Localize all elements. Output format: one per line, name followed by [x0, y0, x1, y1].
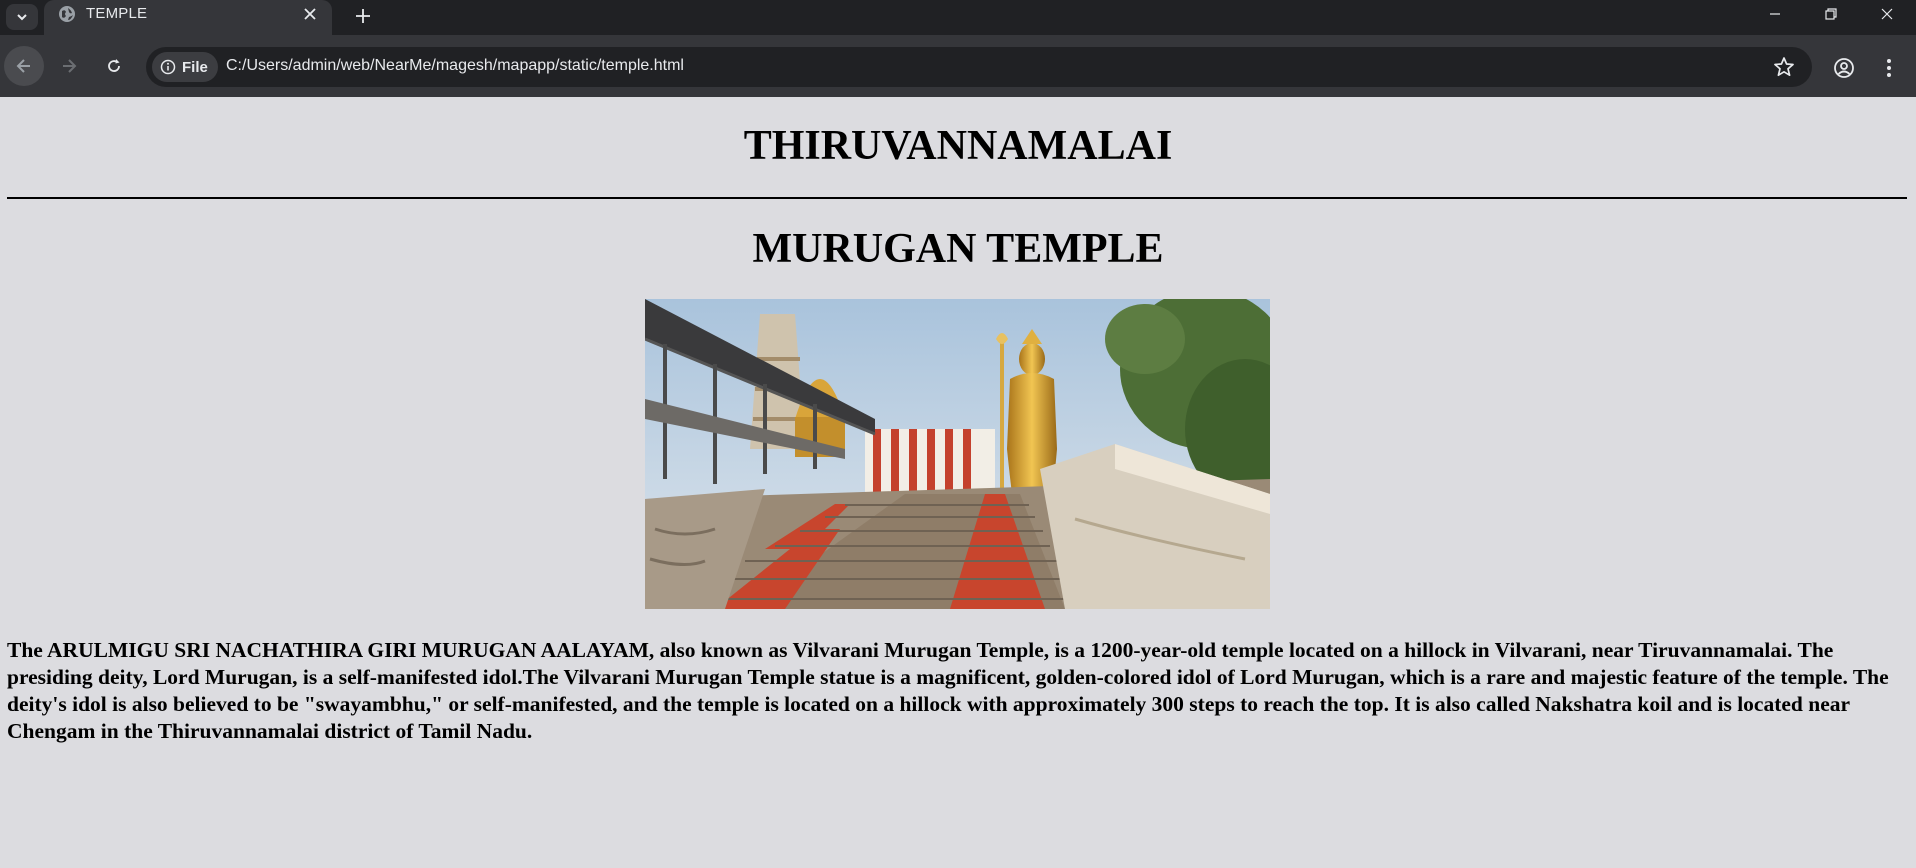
url-text[interactable]: C:/Users/admin/web/NearMe/magesh/mapapp/… [226, 57, 684, 75]
page-content: THIRUVANNAMALAI MURUGAN TEMPLE The ARULM… [0, 97, 1916, 868]
horizontal-rule [7, 197, 1907, 199]
address-bar[interactable]: File C:/Users/admin/web/NearMe/magesh/ma… [146, 47, 1812, 87]
minimize-button[interactable] [1752, 0, 1798, 28]
browser-toolbar: File C:/Users/admin/web/NearMe/magesh/ma… [0, 35, 1916, 97]
profile-button[interactable] [1831, 55, 1857, 81]
reload-button[interactable] [94, 46, 134, 86]
minimize-icon [1770, 13, 1780, 15]
close-icon[interactable] [300, 4, 320, 24]
forward-arrow-icon [63, 59, 77, 73]
chevron-down-icon [17, 14, 27, 21]
temple-description: The ARULMIGU SRI NACHATHIRA GIRI MURUGAN… [7, 638, 1889, 743]
profile-icon [1834, 58, 1854, 78]
back-arrow-icon [16, 59, 30, 73]
window-close-button[interactable] [1864, 0, 1910, 28]
globe-icon [59, 6, 75, 22]
forward-button[interactable] [49, 46, 89, 86]
tab-title: TEMPLE [86, 5, 148, 22]
restore-button[interactable] [1808, 0, 1854, 28]
site-chip-label: File [182, 58, 208, 76]
info-icon [160, 59, 176, 75]
site-info-chip[interactable]: File [152, 52, 218, 82]
temple-photo [645, 299, 1270, 609]
temple-title: MURUGAN TEMPLE [752, 226, 1164, 272]
window-close-icon [1881, 8, 1893, 20]
tab-temple[interactable]: TEMPLE [44, 0, 332, 35]
restore-icon [1825, 8, 1837, 20]
back-button[interactable] [4, 46, 44, 86]
temple-photo-illustration [645, 299, 1270, 609]
tab-strip: TEMPLE [0, 0, 1916, 35]
browser-menu-button[interactable] [1876, 55, 1902, 81]
tab-search-button[interactable] [6, 4, 38, 30]
page-heading: THIRUVANNAMALAI [743, 123, 1173, 169]
reload-icon [108, 59, 120, 72]
plus-icon[interactable] [350, 3, 376, 29]
menu-dots-icon [1887, 59, 1891, 77]
star-icon[interactable] [1772, 55, 1796, 79]
